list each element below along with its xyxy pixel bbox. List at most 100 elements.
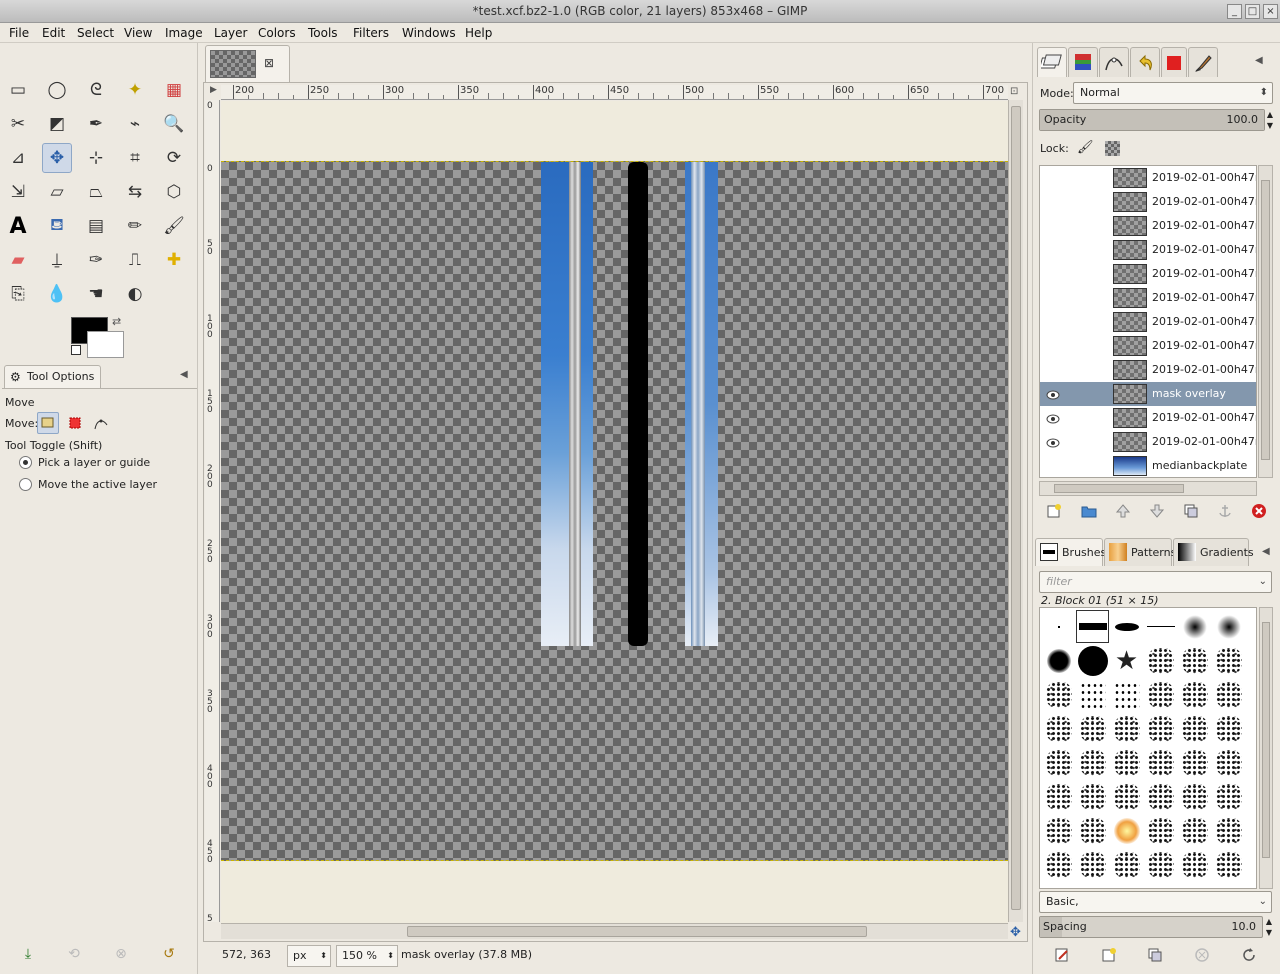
menu-view[interactable]: View bbox=[124, 25, 152, 41]
shear-tool-button[interactable]: ▱ bbox=[42, 177, 72, 207]
brush-item[interactable] bbox=[1076, 780, 1109, 813]
brush-item[interactable] bbox=[1042, 678, 1075, 711]
color-select-tool-button[interactable]: ▦ bbox=[159, 75, 189, 105]
tab-patterns[interactable]: Patterns bbox=[1104, 538, 1176, 566]
layer-row[interactable]: 2019-02-01-00h47m47 bbox=[1040, 334, 1256, 358]
brush-item[interactable] bbox=[1042, 848, 1075, 881]
layer-list-hscrollbar[interactable] bbox=[1039, 481, 1257, 496]
brush-item[interactable] bbox=[1212, 780, 1245, 813]
align-tool-button[interactable]: ⊹ bbox=[81, 143, 111, 173]
unit-select[interactable]: px ⬍ bbox=[287, 945, 331, 967]
visibility-toggle[interactable] bbox=[1046, 459, 1060, 473]
horizontal-scrollbar[interactable] bbox=[221, 923, 1008, 939]
visibility-toggle[interactable] bbox=[1046, 339, 1060, 353]
paintbrush-tool-button[interactable]: 🖌 bbox=[159, 211, 189, 241]
brush-grid[interactable]: ★ bbox=[1039, 607, 1257, 889]
brush-item[interactable] bbox=[1042, 644, 1075, 677]
brush-item[interactable] bbox=[1076, 746, 1109, 779]
duplicate-brush-button[interactable] bbox=[1144, 944, 1166, 966]
image-canvas[interactable] bbox=[221, 161, 1008, 861]
layer-list[interactable]: 2019-02-01-00h47m47 2019-02-01-00h47m47 20… bbox=[1039, 165, 1257, 478]
layer-row[interactable]: 2019-02-01-00h47m47 bbox=[1040, 262, 1256, 286]
tab-layers[interactable] bbox=[1037, 47, 1067, 77]
brush-tag-select[interactable]: Basic, ⌄ bbox=[1039, 891, 1272, 913]
tab-undo-history[interactable] bbox=[1130, 47, 1160, 77]
minimize-button[interactable]: _ bbox=[1227, 4, 1242, 19]
anchor-layer-button[interactable] bbox=[1214, 500, 1236, 522]
brush-item[interactable] bbox=[1178, 712, 1211, 745]
tab-channels[interactable] bbox=[1068, 47, 1098, 77]
brush-item[interactable] bbox=[1178, 678, 1211, 711]
layer-row[interactable]: 2019-02-01-00h47m47 bbox=[1040, 430, 1256, 454]
brush-item[interactable] bbox=[1076, 712, 1109, 745]
brush-grid-scrollbar[interactable] bbox=[1259, 607, 1273, 889]
brush-item[interactable] bbox=[1076, 848, 1109, 881]
layer-row[interactable]: 2019-02-01-00h47m47 bbox=[1040, 286, 1256, 310]
paths-tool-button[interactable]: ✒ bbox=[81, 109, 111, 139]
brush-item[interactable] bbox=[1144, 780, 1177, 813]
heal-tool-button[interactable]: ✚ bbox=[159, 245, 189, 275]
menu-filters[interactable]: Filters bbox=[353, 25, 389, 41]
eye-icon[interactable] bbox=[1046, 411, 1060, 425]
rotate-tool-button[interactable]: ⟳ bbox=[159, 143, 189, 173]
brush-item[interactable] bbox=[1042, 814, 1075, 847]
duplicate-layer-button[interactable] bbox=[1180, 500, 1202, 522]
brush-item[interactable] bbox=[1110, 746, 1143, 779]
cage-tool-button[interactable]: ⬡ bbox=[159, 177, 189, 207]
scissors-tool-button[interactable]: ✂ bbox=[3, 109, 33, 139]
layer-row[interactable]: 2019-02-01-00h47m47 bbox=[1040, 214, 1256, 238]
menu-layer[interactable]: Layer bbox=[214, 25, 247, 41]
ink-tool-button[interactable]: ✑ bbox=[81, 245, 111, 275]
brush-item[interactable] bbox=[1212, 712, 1245, 745]
layer-row[interactable]: mask overlay bbox=[1040, 382, 1256, 406]
brush-item[interactable] bbox=[1110, 848, 1143, 881]
menu-help[interactable]: Help bbox=[465, 25, 492, 41]
layer-row[interactable]: 2019-02-01-00h47m47 bbox=[1040, 166, 1256, 190]
layer-row[interactable]: 2019-02-01-00h47m47 bbox=[1040, 238, 1256, 262]
brush-item[interactable] bbox=[1076, 644, 1109, 677]
bucket-fill-tool-button[interactable]: ⛾ bbox=[42, 211, 72, 241]
brush-item[interactable] bbox=[1076, 610, 1109, 643]
visibility-toggle[interactable] bbox=[1046, 195, 1060, 209]
new-layer-button[interactable] bbox=[1043, 500, 1065, 522]
layer-row[interactable]: medianbackplate bbox=[1040, 454, 1256, 477]
radio-pick-layer[interactable] bbox=[19, 456, 32, 469]
menu-tools[interactable]: Tools bbox=[308, 25, 338, 41]
layer-row[interactable]: 2019-02-01-00h47m47 bbox=[1040, 310, 1256, 334]
visibility-toggle[interactable] bbox=[1046, 363, 1060, 377]
menu-windows[interactable]: Windows bbox=[402, 25, 456, 41]
measure-tool-button[interactable]: ⊿ bbox=[3, 143, 33, 173]
spacing-spin-icon[interactable]: ▲ ▼ bbox=[1264, 916, 1274, 938]
quick-mask-menu-icon[interactable]: ▶ bbox=[207, 85, 220, 99]
clone-tool-button[interactable]: ⎍ bbox=[120, 245, 150, 275]
navigate-icon[interactable]: ✥ bbox=[1010, 925, 1024, 940]
brush-item[interactable] bbox=[1110, 610, 1143, 643]
brush-item[interactable] bbox=[1212, 848, 1245, 881]
move-selection-toggle[interactable] bbox=[64, 412, 86, 434]
tab-paths[interactable] bbox=[1099, 47, 1129, 77]
perspective-tool-button[interactable]: ⏢ bbox=[81, 177, 111, 207]
spacing-slider[interactable]: Spacing 10.0 bbox=[1039, 916, 1263, 938]
refresh-brushes-button[interactable] bbox=[1238, 944, 1260, 966]
new-brush-button[interactable] bbox=[1098, 944, 1120, 966]
brush-item[interactable] bbox=[1144, 610, 1177, 643]
rect-select-tool-button[interactable]: ▭ bbox=[3, 75, 33, 105]
opacity-spin-icon[interactable]: ▲ ▼ bbox=[1265, 109, 1275, 131]
layer-list-vscroll-thumb[interactable] bbox=[1261, 180, 1270, 460]
visibility-toggle[interactable] bbox=[1046, 267, 1060, 281]
eye-icon[interactable] bbox=[1046, 387, 1060, 401]
brush-item[interactable] bbox=[1178, 848, 1211, 881]
brush-grid-scroll-thumb[interactable] bbox=[1262, 622, 1270, 858]
eraser-tool-button[interactable]: ▰ bbox=[3, 245, 33, 275]
vertical-ruler[interactable]: 0 0 50 100 150 200 250 300 350 400 450 500 bbox=[205, 100, 220, 922]
delete-layer-button[interactable] bbox=[1248, 500, 1270, 522]
menu-edit[interactable]: Edit bbox=[42, 25, 65, 41]
brush-item[interactable] bbox=[1076, 678, 1109, 711]
vertical-scroll-thumb[interactable] bbox=[1011, 106, 1021, 910]
pencil-tool-button[interactable]: ✏ bbox=[120, 211, 150, 241]
scale-tool-button[interactable]: ⇲ bbox=[3, 177, 33, 207]
image-tab[interactable]: ⊠ bbox=[205, 45, 290, 82]
brush-item[interactable] bbox=[1110, 712, 1143, 745]
brush-item[interactable] bbox=[1042, 610, 1075, 643]
brush-item[interactable] bbox=[1144, 712, 1177, 745]
